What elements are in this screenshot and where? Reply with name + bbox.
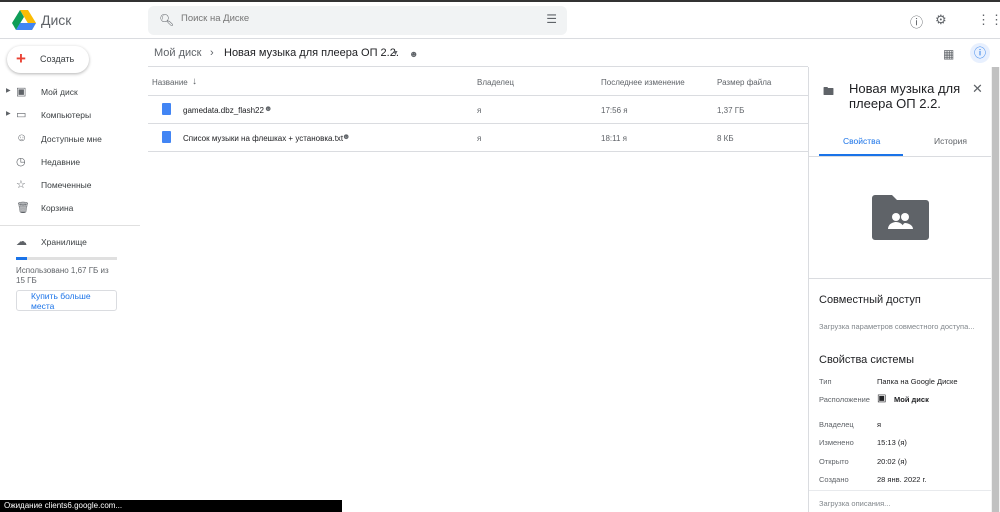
panel-scrollbar[interactable] [991,67,1000,512]
sharing-title: Совместный доступ [819,294,921,306]
description-loading: Загрузка описания... [819,499,891,508]
storage-used-text: Использовано 1,67 ГБ из 15 ГБ [16,266,109,285]
search-input[interactable] [181,13,481,24]
column-modified[interactable]: Последнее изменение [601,78,685,87]
storage-bar [16,257,117,260]
apps-grid-icon[interactable]: ⋮⋮ [977,12,1000,28]
close-icon[interactable]: ✕ [972,81,983,97]
file-icon [162,103,171,115]
table-header: Название ↓ Владелец Последнее изменение … [148,68,808,96]
divider [809,278,992,279]
shared-people-icon: ☻ [409,49,419,59]
sort-arrow-down-icon[interactable]: ↓ [192,76,197,87]
divider [809,490,992,491]
modified: 18:11 я [601,134,627,143]
tab-history[interactable]: История [934,136,967,146]
details-panel: 🖿︎ Новая музыка для плеера ОП 2.2. ✕ Сво… [808,67,992,512]
plus-icon: + [16,49,26,68]
search-bar[interactable]: 🔍︎ ☰ [148,6,567,35]
info-icon[interactable]: ⓘ [970,43,990,63]
chevron-right-icon: › [210,47,214,59]
buy-storage-button[interactable]: Купить больше места [16,290,117,311]
breadcrumb: Мой диск › Новая музыка для плеера ОП 2.… [148,40,990,67]
column-owner[interactable]: Владелец [477,78,514,87]
expand-arrow-icon[interactable]: ▶ [6,110,11,117]
clock-icon: ◷ [16,156,26,168]
search-icon[interactable]: 🔍︎ [159,13,174,27]
size: 1,37 ГБ [717,106,745,115]
breadcrumb-current[interactable]: Новая музыка для плеера ОП 2.2. [224,47,399,59]
column-size[interactable]: Размер файла [717,78,771,87]
sidebar-item-my-drive[interactable]: ▶ ▣ Мой диск [0,82,140,102]
owner: я [477,106,482,115]
shared-icon: ☺ [16,132,28,144]
file-name: gamedata.dbz_flash22 [183,106,264,115]
sharing-loading: Загрузка параметров совместного доступа.… [819,322,975,331]
text-file-icon [162,131,171,143]
sidebar-item-storage[interactable]: ☁ Хранилище [0,232,140,252]
panel-title: Новая музыка для плеера ОП 2.2. [849,81,961,111]
table-row[interactable]: gamedata.dbz_flash22 ☻ я 17:56 я 1,37 ГБ [148,96,808,124]
trash-icon: 🗑︎ [16,202,30,214]
app-name: Диск [41,12,72,28]
expand-arrow-icon[interactable]: ▶ [6,87,11,94]
settings-gear-icon[interactable]: ⚙ [935,12,947,28]
shared-people-icon: ☻ [342,132,351,141]
computers-icon: ▭ [16,109,27,121]
my-drive-icon: ▣ [16,86,27,98]
column-name[interactable]: Название [152,78,188,87]
sidebar-item-recent[interactable]: ◷ Недавние [0,152,140,172]
modified: 17:56 я [601,106,628,115]
create-button[interactable]: + Создать [7,46,89,73]
storage-bar-fill [16,257,28,260]
table-row[interactable]: Список музыки на флешках + установка.txt… [148,124,808,152]
shared-folder-icon: 🖿︎ [823,86,834,98]
scrollbar-thumb[interactable] [992,67,999,512]
sidebar-item-computers[interactable]: ▶ ▭ Компьютеры [0,105,140,125]
breadcrumb-root[interactable]: Мой диск [154,47,201,59]
divider [0,225,140,226]
system-properties-title: Свойства системы [819,354,915,366]
help-icon[interactable]: ⓘ [910,12,923,31]
shared-people-icon: ☻ [264,104,273,113]
size: 8 КБ [717,134,734,143]
sidebar-item-shared[interactable]: ☺ Доступные мне [0,129,140,149]
cloud-icon: ☁ [16,236,27,248]
sidebar-item-starred[interactable]: ☆ Помеченные [0,175,140,195]
drive-logo-icon[interactable] [12,10,36,30]
shared-folder-large-icon [872,195,929,240]
active-tab-indicator [819,154,903,156]
sidebar-item-trash[interactable]: 🗑︎ Корзина [0,198,140,218]
file-name: Список музыки на флешках + установка.txt [183,134,344,143]
owner: я [477,134,482,143]
grid-view-icon[interactable]: ▦ [943,47,954,61]
header: Диск 🔍︎ ☰ ⓘ ⚙ ⋮⋮ [0,2,1000,39]
browser-status-bar: Ожидание clients6.google.com... [0,500,342,512]
my-drive-icon: ▣ [877,393,887,404]
search-options-icon[interactable]: ☰ [546,12,557,26]
panel-tabs: Свойства История [809,127,992,157]
sidebar: + Создать ▶ ▣ Мой диск ▶ ▭ Компьютеры ☺ Досту… [0,40,140,512]
star-icon: ☆ [16,179,26,191]
tab-properties[interactable]: Свойства [843,136,880,146]
dropdown-arrow-icon[interactable]: ▼ [392,50,399,57]
